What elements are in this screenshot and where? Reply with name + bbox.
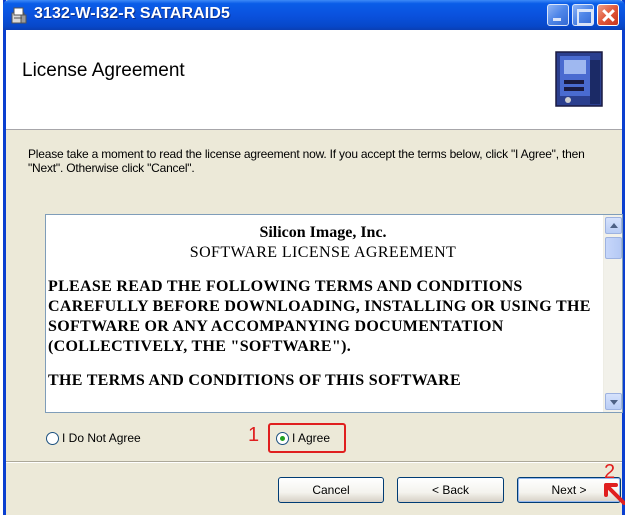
footer-divider xyxy=(6,461,622,463)
license-text-box[interactable]: Silicon Image, Inc. SOFTWARE LICENSE AGR… xyxy=(45,214,623,413)
installer-window: 3132-W-I32-R SATARAID5 License Agreement… xyxy=(3,0,625,515)
disagree-label[interactable]: I Do Not Agree xyxy=(62,431,141,445)
disagree-radio[interactable]: I Do Not Agree xyxy=(46,431,141,445)
license-paragraph: PLEASE READ THE FOLLOWING TERMS AND COND… xyxy=(48,278,591,355)
window-title: 3132-W-I32-R SATARAID5 xyxy=(34,5,230,22)
radio-unchecked-icon[interactable] xyxy=(46,431,59,445)
maximize-button[interactable] xyxy=(572,4,594,26)
scroll-thumb[interactable] xyxy=(605,237,622,259)
installer-icon xyxy=(11,7,27,24)
step-2-annotation: 2 xyxy=(604,461,616,483)
wizard-header: License Agreement xyxy=(6,30,622,130)
license-paragraph: THE TERMS AND CONDITIONS OF THIS SOFTWAR… xyxy=(48,372,461,389)
close-button[interactable] xyxy=(597,4,619,26)
license-content: Silicon Image, Inc. SOFTWARE LICENSE AGR… xyxy=(48,223,598,391)
back-button[interactable]: < Back xyxy=(397,477,504,503)
minimize-button[interactable] xyxy=(547,4,569,26)
scroll-down-button[interactable] xyxy=(605,393,622,410)
arrow-cursor-icon xyxy=(604,483,625,505)
instructions-text: Please take a moment to read the license… xyxy=(28,147,585,175)
step-1-annotation: 1 xyxy=(248,424,260,446)
page-title: License Agreement xyxy=(22,60,185,81)
agree-label[interactable]: I Agree xyxy=(292,431,330,445)
license-scrollbar[interactable] xyxy=(603,215,622,412)
radio-checked-icon[interactable] xyxy=(276,431,289,445)
license-heading-company: Silicon Image, Inc. xyxy=(259,224,387,241)
license-heading-title: SOFTWARE LICENSE AGREEMENT xyxy=(189,244,457,261)
agree-radio[interactable]: I Agree xyxy=(276,431,330,445)
cancel-button[interactable]: Cancel xyxy=(278,477,384,503)
title-bar[interactable]: 3132-W-I32-R SATARAID5 xyxy=(3,0,625,30)
scroll-up-button[interactable] xyxy=(605,217,622,234)
computer-install-graphic xyxy=(555,51,603,107)
